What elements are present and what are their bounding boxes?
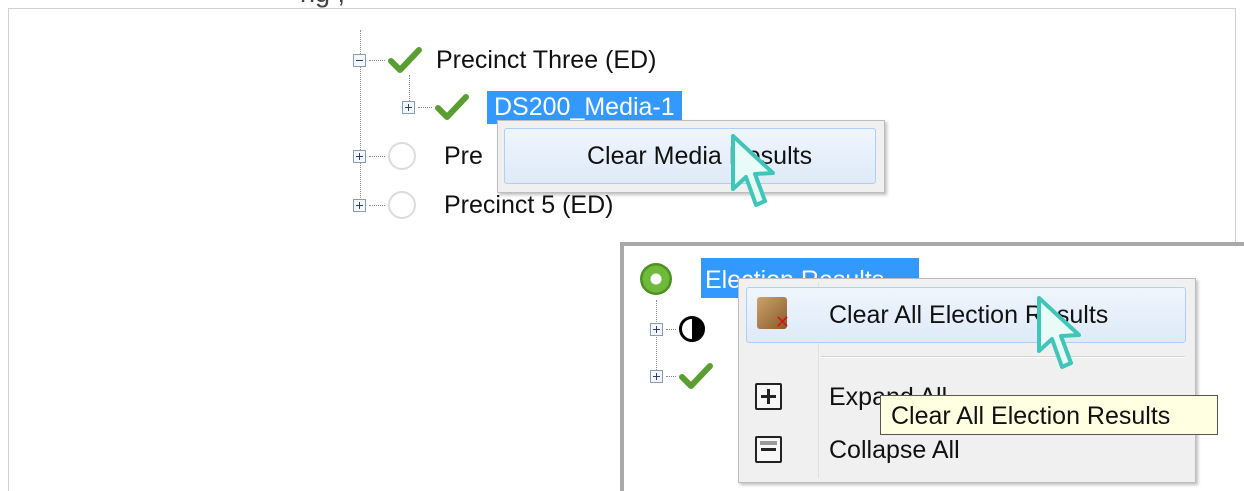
clear-results-icon [757, 297, 790, 333]
window-left-border [8, 8, 9, 491]
tree-node-label: Precinct Three (ED) [436, 45, 657, 74]
tree-node-label-selected: DS200_Media-1 [487, 90, 682, 124]
status-circle-icon [388, 142, 416, 170]
tooltip: Clear All Election Results [880, 395, 1218, 435]
tree-node-label: Pre [444, 141, 483, 170]
mouse-cursor-icon [1037, 296, 1081, 369]
expand-toggle-icon[interactable] [353, 149, 366, 163]
tree-node-label: Precinct 5 (ED) [444, 190, 614, 219]
tree-dots [666, 375, 676, 377]
expand-toggle-icon[interactable] [650, 369, 663, 383]
menu-separator-highlight [821, 357, 1185, 358]
election-results-icon [640, 263, 672, 295]
checkmark-icon [388, 47, 422, 73]
tree-node-precinct-four[interactable]: Pre [353, 138, 483, 174]
tree-node-complete-status[interactable] [650, 358, 713, 394]
expand-toggle-icon[interactable] [402, 100, 415, 114]
tree-dots [418, 106, 432, 108]
tree-node-precinct-three[interactable]: Precinct Three (ED) [353, 42, 656, 78]
context-menu-election-results: Clear All Election Results Expand All Co… [738, 278, 1196, 483]
collapse-toggle-icon[interactable] [353, 53, 366, 67]
expand-toggle-icon[interactable] [353, 198, 366, 212]
tree-node-partial-status[interactable] [650, 311, 705, 347]
partial-status-icon [679, 316, 705, 342]
cut-off-text: ng , [300, 0, 345, 9]
checkmark-icon [435, 94, 469, 120]
tree-dots [369, 204, 385, 206]
status-circle-icon [388, 191, 416, 219]
mouse-cursor-icon [731, 134, 775, 207]
menu-item-collapse-all[interactable]: Collapse All [829, 436, 960, 465]
tree-dots [666, 328, 676, 330]
checkmark-icon [679, 363, 713, 389]
menu-item-clear-media-results[interactable]: Clear Media Results [504, 128, 876, 184]
collapse-all-icon [755, 436, 782, 463]
window-top-border [8, 8, 1236, 9]
tree-dots [369, 59, 385, 61]
context-menu-media: Clear Media Results [497, 120, 885, 193]
tree-dots [369, 155, 385, 157]
expand-toggle-icon[interactable] [650, 322, 663, 336]
expand-all-icon [755, 383, 782, 410]
